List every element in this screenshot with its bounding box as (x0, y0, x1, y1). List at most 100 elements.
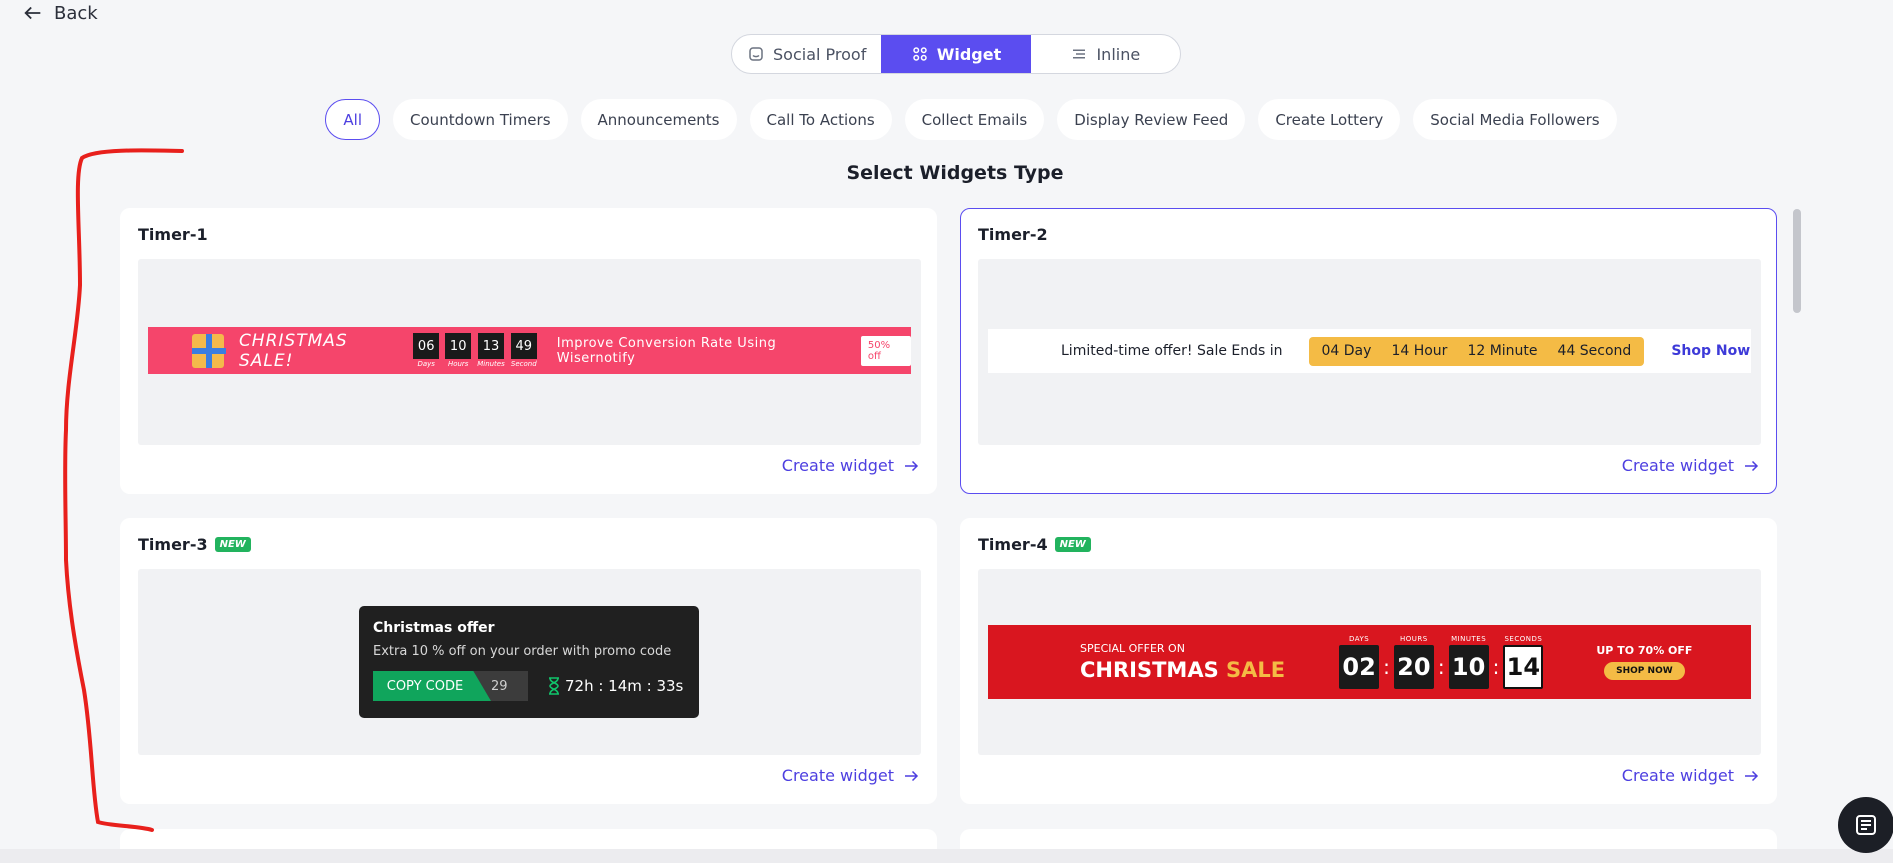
countdown-digits: 06 Days 10 Hours 13 Minutes 49 Second (413, 333, 537, 368)
special-offer-text: SPECIAL OFFER ON (1080, 642, 1185, 655)
popup-timer: 72h : 14m : 33s (548, 677, 683, 695)
gift-icon (192, 333, 226, 368)
digit-label: Second (510, 360, 537, 368)
inline-icon (1073, 49, 1086, 59)
create-widget-link[interactable]: Create widget (1622, 766, 1760, 785)
create-widget-link[interactable]: Create widget (1622, 456, 1760, 475)
create-widget-label: Create widget (1621, 456, 1734, 475)
promo-code: 29 (491, 678, 508, 694)
widget-card-timer-4[interactable]: Timer-4 NEW SPECIAL OFFER ON CHRISTMAS S… (960, 518, 1777, 804)
widget-card-timer-2[interactable]: Timer-2 Limited-time offer! Sale Ends in… (960, 208, 1777, 494)
digit-minutes: 10 (1448, 645, 1489, 689)
tab-widget[interactable]: Widget (881, 35, 1031, 73)
separator: : (1492, 655, 1500, 679)
page-title: Select Widgets Type (846, 162, 1064, 184)
digit-seconds: 14 (1503, 645, 1544, 689)
filter-chip-social-media-followers[interactable]: Social Media Followers (1413, 99, 1617, 140)
filter-chips: All Countdown Timers Announcements Call … (0, 99, 1893, 140)
christmas-sale-text: CHRISTMAS SALE (1080, 658, 1286, 682)
digit-seconds: 49 (510, 333, 537, 359)
unit-label: MINUTES (1451, 635, 1487, 643)
digit-hours: 10 (445, 333, 472, 359)
sale-text: CHRISTMAS SALE! (238, 330, 348, 371)
filter-chip-countdown-timers[interactable]: Countdown Timers (393, 99, 568, 140)
digit-hours: 20 (1393, 645, 1434, 689)
chat-button[interactable] (1838, 797, 1893, 853)
widget-preview: SPECIAL OFFER ON CHRISTMAS SALE DAYS 02 :… (978, 569, 1761, 755)
digit-label: Minutes (477, 360, 505, 368)
chat-icon (1856, 815, 1876, 835)
shop-now-button: SHOP NOW (1604, 662, 1685, 680)
timer-1-banner: CHRISTMAS SALE! 06 Days 10 Hours 13 Minutes… (148, 327, 911, 374)
create-widget-label: Create widget (1621, 766, 1734, 785)
popup-subtext: Extra 10 % off on your order with promo … (373, 644, 672, 659)
card-title: Timer-3 NEW (138, 535, 251, 554)
popup-timer-text: 72h : 14m : 33s (565, 677, 684, 695)
create-widget-link[interactable]: Create widget (782, 456, 920, 475)
create-widget-link[interactable]: Create widget (782, 766, 920, 785)
unit-label: SECONDS (1504, 635, 1543, 643)
banner-text: Limited-time offer! Sale Ends in (1061, 343, 1283, 359)
widget-card-timer-1[interactable]: Timer-1 CHRISTMAS SALE! 06 Days 10 Hours 1… (120, 208, 937, 494)
digit-days: 02 (1339, 645, 1380, 689)
shop-now-link: Shop Now (1671, 343, 1751, 359)
tab-inline-label: Inline (1096, 44, 1141, 64)
scrollbar-thumb[interactable] (1793, 209, 1801, 313)
filter-chip-call-to-actions[interactable]: Call To Actions (749, 99, 892, 140)
card-title: Timer-2 (978, 225, 1048, 244)
back-button[interactable]: Back (22, 2, 98, 24)
tab-social-proof-label: Social Proof (773, 44, 867, 64)
arrow-right-icon (1745, 770, 1759, 781)
card-title: Timer-1 (138, 225, 208, 244)
social-proof-icon (749, 47, 763, 61)
tab-inline[interactable]: Inline (1031, 35, 1180, 73)
filter-chip-display-review-feed[interactable]: Display Review Feed (1057, 99, 1246, 140)
timer-2-banner: Limited-time offer! Sale Ends in 04 Day … (988, 329, 1751, 373)
widget-card-timer-3[interactable]: Timer-3 NEW Christmas offer Extra 10 % o… (120, 518, 937, 804)
digit-minutes: 13 (477, 333, 504, 359)
arrow-right-icon (1745, 460, 1759, 471)
hourglass-icon (549, 677, 559, 695)
popup-heading: Christmas offer (373, 620, 495, 636)
back-label: Back (54, 2, 98, 24)
widget-card-peek (120, 829, 937, 849)
widget-preview: Limited-time offer! Sale Ends in 04 Day … (978, 259, 1761, 445)
widget-preview: CHRISTMAS SALE! 06 Days 10 Hours 13 Minutes… (138, 259, 921, 445)
countdown-hour: 14 Hour (1391, 343, 1448, 359)
card-title: Timer-4 NEW (978, 535, 1091, 554)
discount-button: 50% off (860, 335, 911, 366)
countdown-box: 04 Day 14 Hour 12 Minute 44 Second (1308, 336, 1645, 366)
digit-label: Hours (447, 360, 469, 368)
filter-chip-all[interactable]: All (325, 99, 381, 140)
filter-chip-create-lottery[interactable]: Create Lottery (1258, 99, 1401, 140)
copy-code-button: COPY CODE 29 (373, 671, 528, 701)
countdown-second: 44 Second (1557, 343, 1632, 359)
unit-label: DAYS (1349, 635, 1370, 643)
create-widget-label: Create widget (781, 456, 894, 475)
type-switcher: Social Proof Widget Inline (731, 34, 1181, 74)
new-badge: NEW (214, 537, 251, 552)
copy-code-label: COPY CODE (373, 671, 491, 701)
arrow-left-icon (24, 6, 41, 20)
filter-chip-collect-emails[interactable]: Collect Emails (904, 99, 1045, 140)
timer-3-popup: Christmas offer Extra 10 % off on your o… (359, 606, 699, 718)
banner-text: Improve Conversion Rate Using Wisernotif… (556, 335, 777, 366)
bottom-bar (0, 849, 1893, 863)
filter-chip-announcements[interactable]: Announcements (580, 99, 737, 140)
tab-widget-label: Widget (936, 44, 1002, 64)
countdown-day: 04 Day (1321, 343, 1372, 359)
tab-social-proof[interactable]: Social Proof (732, 35, 881, 73)
digit-label: Days (417, 360, 435, 368)
countdown-digits: DAYS 02 : HOURS 20 : MINUTES 10 : SECONDS 14 (1339, 635, 1544, 689)
widget-preview: Christmas offer Extra 10 % off on your o… (138, 569, 921, 755)
separator: : (1437, 655, 1445, 679)
widget-card-peek (960, 829, 1777, 849)
arrow-right-icon (905, 770, 919, 781)
discount-text: UP TO 70% OFF (1596, 644, 1693, 657)
digit-days: 06 (413, 333, 440, 359)
timer-4-banner: SPECIAL OFFER ON CHRISTMAS SALE DAYS 02 :… (988, 625, 1751, 699)
unit-label: HOURS (1400, 635, 1428, 643)
countdown-minute: 12 Minute (1467, 343, 1538, 359)
arrow-right-icon (905, 460, 919, 471)
grid-icon (912, 47, 927, 61)
